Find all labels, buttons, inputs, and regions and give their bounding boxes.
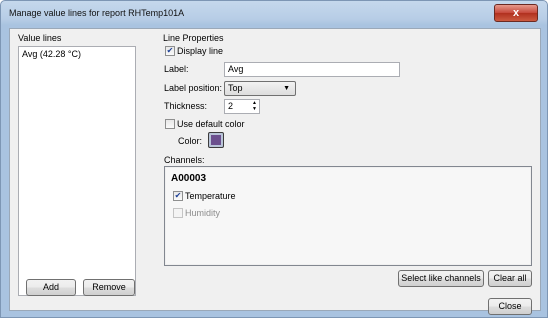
display-line-label: Display line: [177, 46, 224, 56]
add-button[interactable]: Add: [26, 279, 76, 296]
clear-all-button[interactable]: Clear all: [488, 270, 532, 287]
chevron-down-icon: ▼: [283, 85, 290, 92]
humidity-checkbox[interactable]: [173, 208, 183, 218]
dialog-window: Manage value lines for report RHTemp101A…: [0, 0, 548, 318]
remove-button[interactable]: Remove: [83, 279, 135, 296]
select-like-channels-button[interactable]: Select like channels: [398, 270, 484, 287]
channels-panel: A00003 ✔ Temperature Humidity: [164, 166, 532, 266]
checkmark-icon: ✔: [174, 191, 182, 200]
list-item[interactable]: Avg (42.28 °C): [20, 49, 81, 59]
value-lines-list[interactable]: Avg (42.28 °C): [18, 46, 136, 296]
spin-arrows[interactable]: ▲ ▼: [252, 100, 257, 112]
label-position-caption: Label position:: [164, 83, 223, 93]
device-name: A00003: [171, 173, 207, 184]
label-input[interactable]: Avg: [224, 62, 400, 77]
use-default-color-checkbox[interactable]: [165, 119, 175, 129]
channel-label-temperature: Temperature: [185, 191, 236, 201]
checkmark-icon: ✔: [166, 46, 174, 55]
color-swatch-button[interactable]: [208, 132, 224, 148]
value-lines-heading: Value lines: [18, 33, 62, 43]
dialog-client-area: Value lines Avg (42.28 °C) Add Remove Li…: [9, 28, 541, 315]
display-line-checkbox[interactable]: ✔: [165, 46, 175, 56]
color-swatch: [211, 135, 221, 145]
line-properties-heading: Line Properties: [163, 33, 224, 43]
label-position-value: Top: [228, 83, 243, 93]
thickness-caption: Thickness:: [164, 101, 208, 111]
spin-down-icon[interactable]: ▼: [252, 106, 257, 112]
color-caption: Color:: [178, 136, 203, 146]
thickness-stepper[interactable]: 2 ▲ ▼: [224, 99, 260, 114]
label-position-select[interactable]: Top ▼: [224, 81, 296, 96]
use-default-color-label: Use default color: [177, 119, 245, 129]
channels-heading: Channels:: [164, 155, 205, 165]
temperature-checkbox[interactable]: ✔: [173, 191, 183, 201]
label-caption: Label:: [164, 64, 189, 74]
window-title: Manage value lines for report RHTemp101A: [9, 8, 185, 18]
window-close-button[interactable]: x: [494, 4, 538, 22]
close-icon: x: [512, 7, 520, 19]
channels-inner: A00003 ✔ Temperature Humidity: [166, 168, 530, 264]
close-button[interactable]: Close: [488, 298, 532, 315]
channel-label-humidity: Humidity: [185, 208, 221, 218]
title-bar[interactable]: Manage value lines for report RHTemp101A…: [1, 1, 547, 27]
thickness-value: 2: [228, 101, 234, 111]
